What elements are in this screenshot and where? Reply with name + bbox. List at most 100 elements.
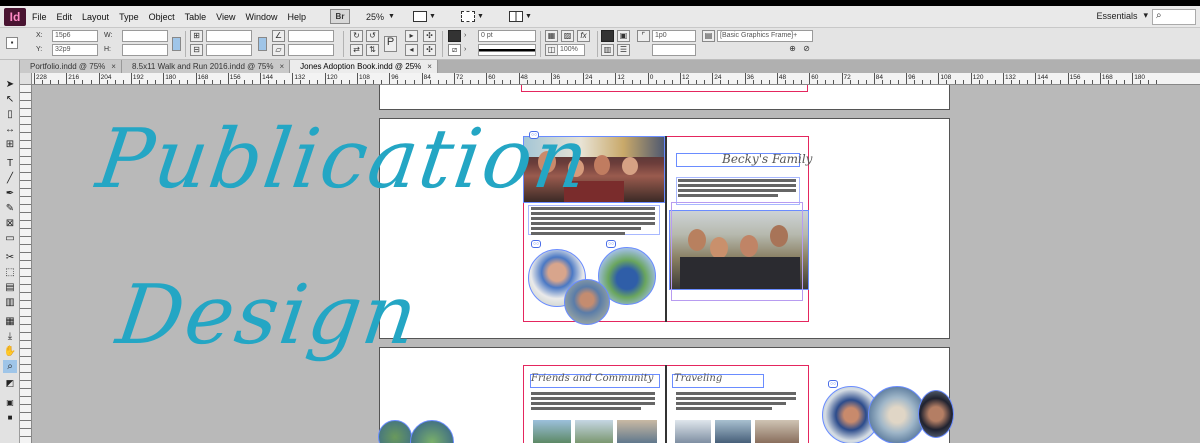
menu-table[interactable]: Table	[185, 12, 207, 22]
constrain-proportions-icon[interactable]	[172, 37, 181, 51]
travel-photo[interactable]	[755, 420, 799, 443]
horizontal-ruler[interactable]: 228 216 204 192 180 168 156 144 132 120 108 96 84 72 6…	[20, 73, 1200, 85]
friends-photo[interactable]	[533, 420, 571, 443]
flip-horizontal-icon[interactable]: ⇄	[350, 44, 363, 56]
distribute-icon[interactable]: ☰	[617, 44, 630, 56]
menu-layout[interactable]: Layout	[82, 12, 109, 22]
clear-overrides-icon[interactable]: ⊘	[800, 44, 813, 56]
tab-jones-adoption-book[interactable]: Jones Adoption Book.indd @ 25% ×	[290, 60, 438, 73]
formatting-affects-icon[interactable]: ▣	[3, 396, 17, 409]
content-collector-icon[interactable]: ⊞	[3, 138, 17, 151]
shadow-icon[interactable]: ▨	[561, 30, 574, 42]
bridge-button[interactable]: Br	[330, 9, 350, 24]
flip-vertical-icon[interactable]: ⇅	[366, 44, 379, 56]
fill-swatch[interactable]	[448, 30, 461, 42]
type-tool-icon[interactable]: T	[3, 157, 17, 170]
screen-mode-button[interactable]: ▼	[460, 10, 491, 24]
line-tool-icon[interactable]: ╱	[3, 172, 17, 185]
select-next-icon[interactable]: ✣	[423, 44, 436, 56]
constrain-scale-icon[interactable]	[258, 37, 267, 51]
ruler-minor-tick	[219, 80, 221, 84]
y-field[interactable]: 32p9	[52, 44, 98, 56]
menu-view[interactable]: View	[216, 12, 235, 22]
wrap-around-icon[interactable]: ▣	[617, 30, 630, 42]
ruler-origin[interactable]	[20, 73, 32, 85]
hand-tool-icon[interactable]: ✋	[3, 345, 17, 358]
tab-walk-and-run[interactable]: 8.5x11 Walk and Run 2016.indd @ 75% ×	[121, 60, 291, 73]
scale-x-field[interactable]	[206, 30, 252, 42]
tab-portfolio[interactable]: Portfolio.indd @ 75% ×	[20, 60, 122, 73]
eyedropper-tool-icon[interactable]: ⤓	[3, 330, 17, 343]
opacity-field[interactable]: 100%	[557, 44, 585, 56]
friends-photo[interactable]	[575, 420, 613, 443]
page-tool-icon[interactable]: ▯	[3, 108, 17, 121]
pencil-tool-icon[interactable]: ✎	[3, 202, 17, 215]
travel-photo[interactable]	[715, 420, 751, 443]
friends-photo[interactable]	[617, 420, 657, 443]
height-field[interactable]	[122, 44, 168, 56]
select-previous-icon[interactable]: ◂	[405, 44, 418, 56]
new-style-icon[interactable]: ⊕	[786, 44, 799, 56]
scale-y-field[interactable]	[206, 44, 252, 56]
rotate-ccw-icon[interactable]: ↺	[366, 30, 379, 42]
menu-type[interactable]: Type	[119, 12, 139, 22]
circle-photo-outdoor[interactable]	[410, 420, 454, 443]
ruler-minor-tick	[147, 80, 149, 84]
menu-object[interactable]: Object	[149, 12, 175, 22]
reference-point-icon[interactable]: ▪	[6, 37, 18, 49]
effects-icon[interactable]: fx	[577, 30, 590, 42]
rectangle-tool-icon[interactable]: ▭	[3, 232, 17, 245]
pen-tool-icon[interactable]: ✒	[3, 187, 17, 200]
menu-help[interactable]: Help	[287, 12, 306, 22]
note-tool-icon[interactable]: ▦	[3, 315, 17, 328]
corner-size-field[interactable]: 1p0	[652, 30, 696, 42]
circle-photo-outdoor[interactable]	[378, 420, 412, 443]
stroke-weight-field[interactable]: 0 pt	[478, 30, 536, 42]
stroke-swatch[interactable]: ⧄	[448, 44, 461, 56]
shear-field[interactable]	[288, 44, 334, 56]
select-container-icon[interactable]: ▸	[405, 30, 418, 42]
scissors-tool-icon[interactable]: ✂	[3, 251, 17, 264]
menu-edit[interactable]: Edit	[57, 12, 73, 22]
zoom-control[interactable]: 25% ▼	[366, 12, 395, 22]
close-icon[interactable]: ×	[111, 60, 116, 73]
object-style-dropdown[interactable]: [Basic Graphics Frame]+	[717, 30, 813, 42]
fill-stroke-icon[interactable]: ◩	[3, 377, 17, 390]
align-icon[interactable]: ▥	[601, 44, 614, 56]
zoom-tool-icon[interactable]: ⌕	[3, 360, 17, 373]
gap-tool-icon[interactable]: ↔	[3, 123, 17, 136]
close-icon[interactable]: ×	[280, 60, 285, 73]
arrange-documents-button[interactable]: ▼	[508, 10, 539, 24]
gradient-feather-tool-icon[interactable]: ▥	[3, 296, 17, 309]
workspace-switcher[interactable]: Essentials ▾	[1096, 10, 1148, 21]
ruler-minor-tick	[1059, 80, 1061, 84]
stroke-type-dropdown[interactable]	[478, 44, 536, 56]
rotation-field[interactable]	[288, 30, 334, 42]
corner-shape-dropdown[interactable]	[652, 44, 696, 56]
gradient-swatch-tool-icon[interactable]: ▤	[3, 281, 17, 294]
apply-color-icon[interactable]: ■	[3, 411, 17, 424]
menu-window[interactable]: Window	[245, 12, 277, 22]
ruler-minor-tick	[1156, 80, 1158, 84]
rectangle-frame-tool-icon[interactable]: ⊠	[3, 217, 17, 230]
direct-selection-tool-icon[interactable]: ↖	[3, 93, 17, 106]
circle-photo-child[interactable]	[564, 279, 610, 325]
close-icon[interactable]: ×	[427, 60, 432, 73]
rotate-cw-icon[interactable]: ↻	[350, 30, 363, 42]
select-content-icon[interactable]: ✣	[423, 30, 436, 42]
selection-tool-icon[interactable]: ➤	[3, 78, 17, 91]
travel-photo[interactable]	[675, 420, 711, 443]
text-wrap-icon[interactable]	[601, 30, 614, 42]
vertical-ruler[interactable]	[20, 85, 32, 443]
pasteboard-circle-photo[interactable]	[918, 390, 954, 438]
ruler-major-tick	[453, 73, 455, 84]
view-options-button[interactable]: ▼	[412, 10, 443, 24]
menu-file[interactable]: File	[32, 12, 47, 22]
x-field[interactable]: 15p6	[52, 30, 98, 42]
ruler-major-tick	[357, 73, 358, 84]
search-input[interactable]: ⌕	[1152, 9, 1196, 25]
ruler-minor-tick	[663, 80, 665, 84]
page-previous-spread[interactable]	[379, 85, 950, 110]
free-transform-tool-icon[interactable]: ⬚	[3, 266, 17, 279]
width-field[interactable]	[122, 30, 168, 42]
